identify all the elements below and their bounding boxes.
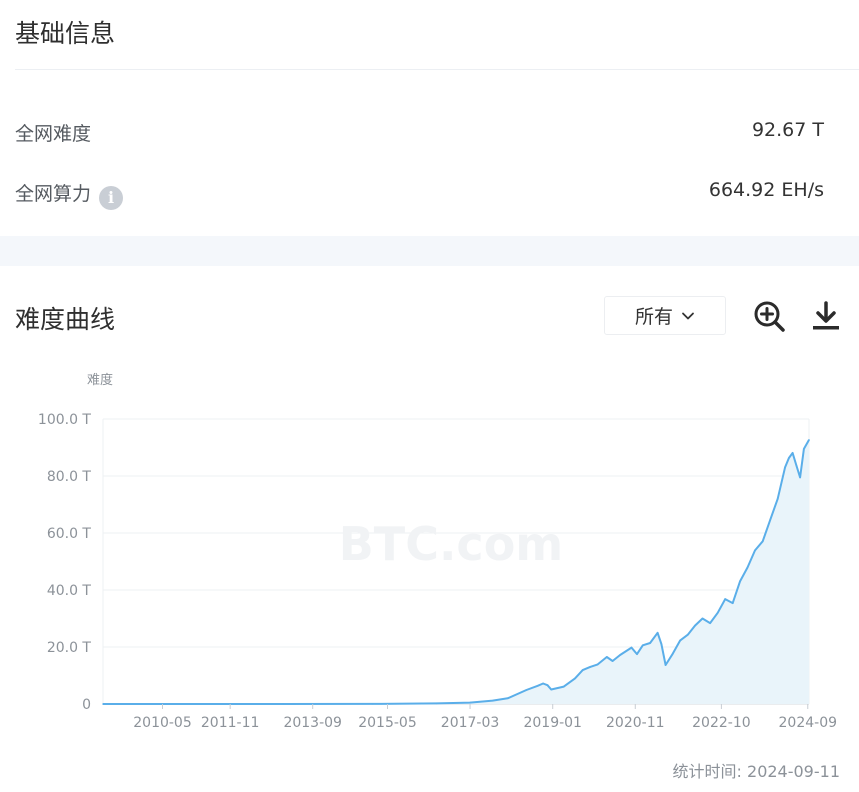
data-point [671, 653, 674, 655]
data-point [649, 642, 651, 644]
info-icon[interactable]: i [99, 186, 124, 210]
data-point [803, 448, 805, 450]
hashrate-label: 全网算力 [15, 183, 92, 205]
data-point [550, 688, 553, 691]
data-point [589, 666, 591, 668]
data-point [694, 624, 696, 627]
series-area [103, 439, 809, 704]
y-tick-label: 60.0 T [47, 526, 92, 542]
zoom-in-icon[interactable] [751, 298, 787, 334]
data-point [506, 697, 509, 700]
data-point [525, 689, 528, 691]
data-point [491, 699, 494, 702]
data-point [281, 703, 284, 705]
stat-time: 统计时间: 2024-09-11 [672, 762, 840, 781]
data-point [619, 654, 621, 656]
data-point [701, 617, 704, 620]
section-separator [0, 236, 859, 266]
x-tick-label: 2011-11 [201, 715, 260, 731]
data-point [795, 464, 798, 467]
data-point [769, 519, 771, 521]
difficulty-chart: BTC.com 0 20.0 T 40.0 T 60.0 T 80.0 T 100.0 T… [38, 372, 837, 731]
x-tick-label: 2013-09 [283, 715, 342, 731]
data-point [761, 540, 764, 543]
data-point [739, 580, 741, 583]
y-tick-label: 80.0 T [47, 469, 92, 485]
y-tick-label: 100.0 T [38, 412, 92, 428]
data-point [546, 684, 549, 686]
data-point [606, 656, 608, 658]
x-tick-label: 2022-10 [692, 715, 751, 731]
data-point [679, 639, 682, 642]
data-point [102, 703, 104, 705]
difficulty-label: 全网难度 [15, 123, 92, 145]
difficulty-value: 92.67 T [751, 119, 824, 141]
range-select-value: 所有 [634, 306, 673, 328]
y-tick-label: 40.0 T [47, 583, 92, 599]
basic-info-title: 基础信息 [15, 19, 116, 48]
data-point [808, 439, 810, 441]
data-point [731, 602, 734, 604]
x-tick-label: 2024-09 [779, 715, 838, 731]
chevron-down-icon [682, 312, 694, 319]
hashrate-value: 664.92 EH/s [708, 179, 824, 201]
divider [15, 69, 859, 70]
data-point [724, 598, 727, 600]
data-point [596, 663, 599, 666]
data-point [563, 685, 565, 688]
data-point [581, 669, 584, 671]
y-tick-label: 0 [82, 697, 91, 713]
chart-y-axis: 0 20.0 T 40.0 T 60.0 T 80.0 T 100.0 T [38, 412, 92, 713]
data-point [716, 612, 719, 614]
y-axis-title: 难度 [87, 372, 113, 388]
data-point [788, 457, 790, 459]
y-tick-label: 20.0 T [47, 640, 92, 656]
data-point [574, 677, 576, 680]
x-tick-label: 2020-11 [606, 715, 665, 731]
x-tick-label: 2010-05 [133, 715, 192, 731]
data-point [371, 703, 374, 705]
data-point [641, 644, 644, 647]
data-point [660, 643, 663, 645]
data-point [746, 566, 749, 569]
data-point [611, 660, 614, 662]
download-icon[interactable] [808, 298, 844, 334]
data-point [469, 701, 471, 704]
chart-x-axis: 2010-05 2011-11 2013-09 2015-05 2017-03 2019-… [133, 704, 837, 731]
difficulty-curve-title: 难度曲线 [15, 305, 116, 334]
x-tick-label: 2017-03 [441, 715, 500, 731]
data-point [542, 682, 544, 685]
data-point [784, 466, 786, 468]
x-tick-label: 2015-05 [358, 715, 417, 731]
data-point [709, 622, 711, 624]
chart-watermark: BTC.com [339, 517, 563, 571]
data-point [630, 646, 633, 649]
data-point [656, 631, 659, 634]
range-select-dropdown[interactable]: 所有 [604, 296, 726, 335]
hashrate-row-label: 全网算力 i [15, 179, 124, 210]
data-point [686, 633, 689, 636]
data-point [435, 702, 438, 705]
data-point [664, 664, 667, 666]
data-point [754, 549, 756, 552]
data-point [799, 476, 801, 479]
data-point [776, 498, 779, 500]
x-tick-label: 2019-01 [523, 715, 582, 731]
data-point [536, 684, 539, 687]
data-point [791, 452, 794, 454]
data-point [636, 653, 638, 655]
chart-area-layer [102, 439, 810, 705]
basic-info-card: 基础信息 全网难度 92.67 T 全网算力 i 664.92 EH/s [0, 0, 859, 236]
